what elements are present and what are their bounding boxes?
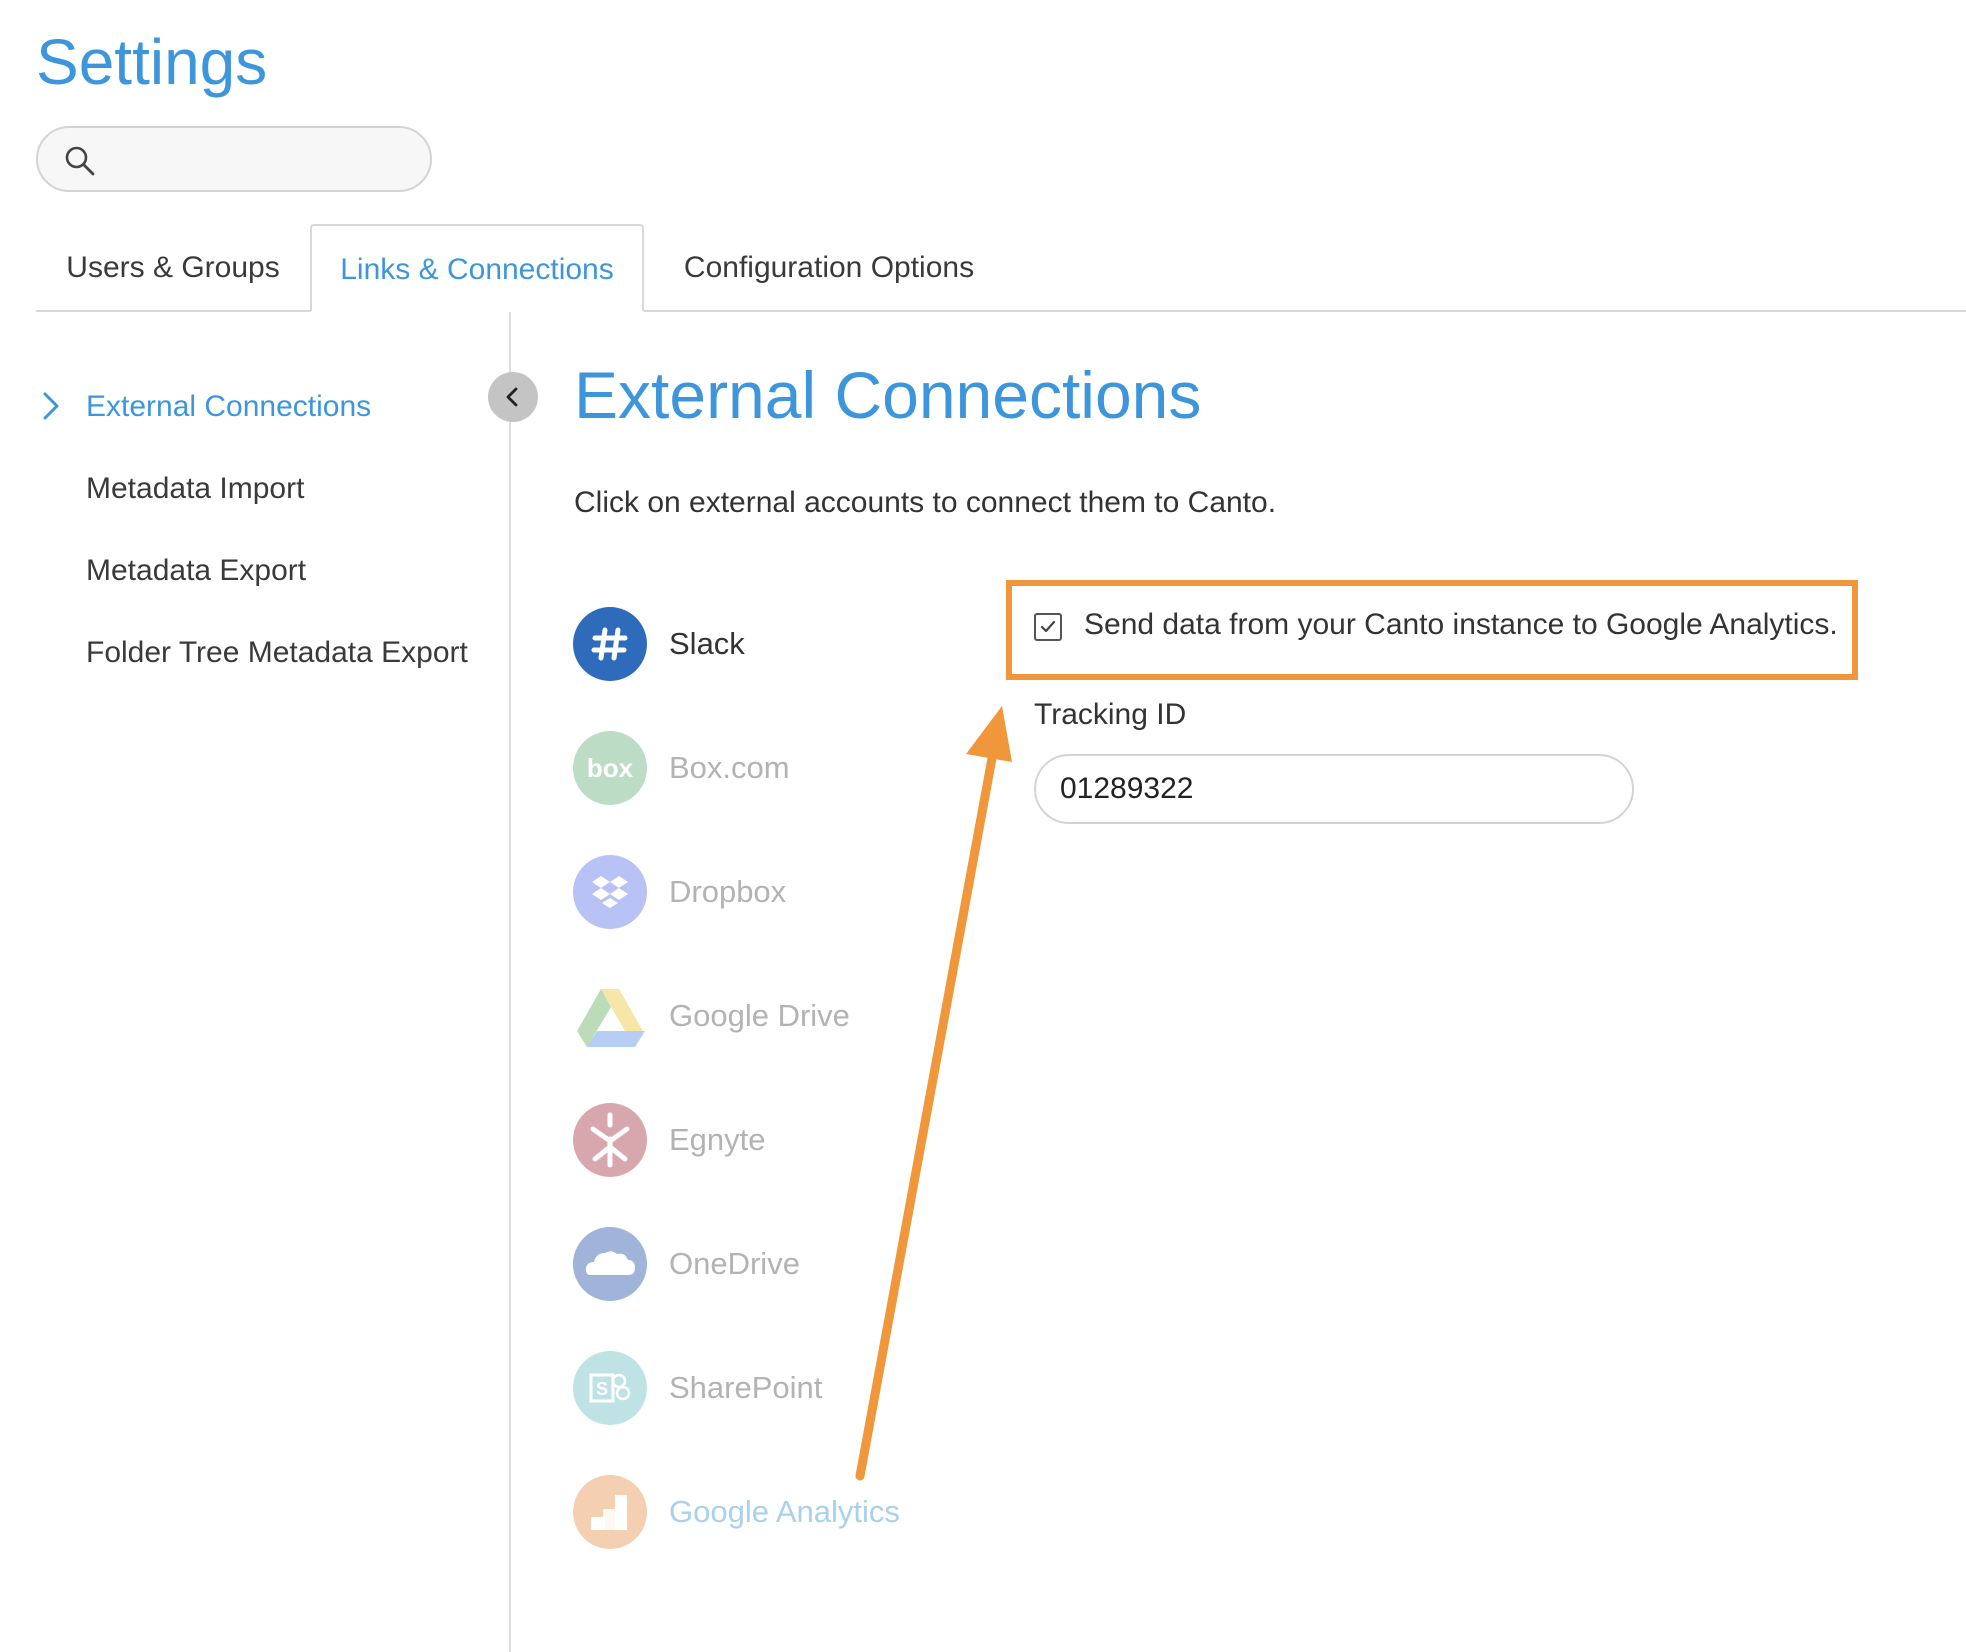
tab-links-connections[interactable]: Links & Connections (310, 224, 644, 312)
chevron-right-icon (40, 390, 62, 422)
onedrive-icon (573, 1227, 647, 1301)
connection-label: Slack (669, 626, 745, 661)
sidebar-item-folder-tree-metadata-export[interactable]: Folder Tree Metadata Export (86, 633, 468, 673)
connection-label: SharePoint (669, 1370, 823, 1405)
google-analytics-icon (573, 1475, 647, 1549)
dropbox-icon (573, 855, 647, 929)
tab-bar: Users & Groups Links & Connections Confi… (36, 224, 1966, 312)
sidebar-item-metadata-export[interactable]: Metadata Export (86, 551, 306, 591)
search-box[interactable] (36, 126, 432, 192)
send-data-checkbox[interactable] (1034, 613, 1062, 641)
slack-icon (573, 607, 647, 681)
tracking-id-label: Tracking ID (1034, 698, 1187, 731)
search-input[interactable] (112, 136, 416, 184)
connection-label: Google Analytics (669, 1494, 900, 1529)
egnyte-icon (573, 1103, 647, 1177)
instructions-text: Click on external accounts to connect th… (574, 486, 1277, 519)
section-title: External Connections (574, 358, 1202, 432)
chevron-left-icon (506, 387, 518, 407)
sharepoint-icon: S (573, 1351, 647, 1425)
tab-users-groups[interactable]: Users & Groups (36, 224, 310, 310)
checkmark-icon (1040, 620, 1056, 633)
connection-label: Dropbox (669, 874, 787, 909)
tracking-id-input[interactable] (1034, 754, 1634, 824)
svg-text:S: S (596, 1379, 608, 1399)
box-icon: box (573, 731, 647, 805)
page-title: Settings (36, 26, 268, 98)
sidebar-divider (509, 312, 511, 1652)
svg-text:box: box (587, 753, 634, 783)
search-icon (64, 145, 96, 177)
collapse-sidebar-button[interactable] (488, 372, 538, 422)
connection-label: Box.com (669, 750, 790, 785)
send-data-label: Send data from your Canto instance to Go… (1084, 608, 1838, 641)
google-drive-icon (573, 979, 647, 1053)
sidebar-item-metadata-import[interactable]: Metadata Import (86, 469, 304, 509)
tab-configuration-options[interactable]: Configuration Options (644, 224, 1014, 310)
sidebar-item-external-connections[interactable]: External Connections (86, 387, 371, 427)
connection-label: Google Drive (669, 998, 850, 1033)
connection-label: Egnyte (669, 1122, 766, 1157)
connection-label: OneDrive (669, 1246, 800, 1281)
